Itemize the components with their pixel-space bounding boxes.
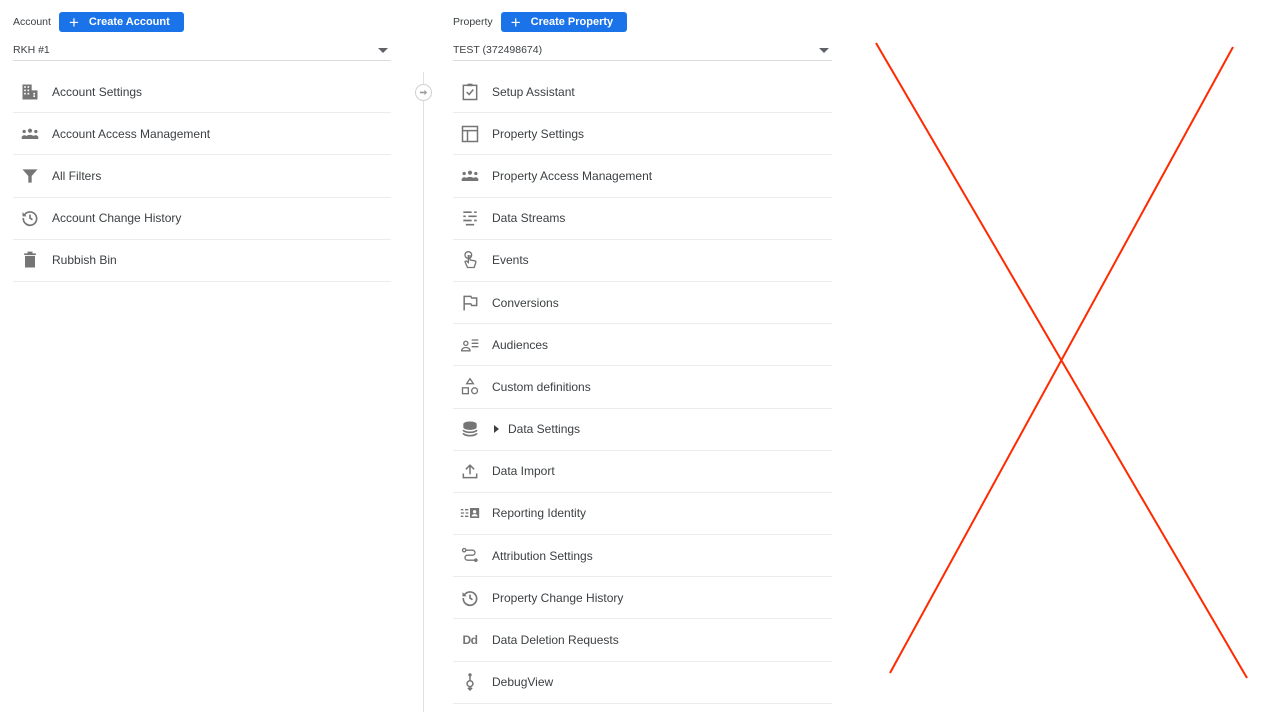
property-menu: Setup Assistant Property Settings Proper… <box>453 71 832 704</box>
data-deletion-glyph: Dd <box>462 633 479 648</box>
collapse-toggle-button[interactable] <box>415 84 432 101</box>
menu-item-data-import[interactable]: Data Import <box>453 451 832 493</box>
menu-label: Property Change History <box>492 590 624 605</box>
create-property-button[interactable]: + Create Property <box>500 12 628 32</box>
menu-item-audiences[interactable]: Audiences <box>453 324 832 367</box>
menu-item-property-settings[interactable]: Property Settings <box>453 113 832 156</box>
chevron-down-icon <box>819 47 829 53</box>
layout-icon <box>459 123 481 145</box>
plus-icon: + <box>68 12 79 32</box>
history-icon <box>19 207 41 229</box>
create-account-label: Create Account <box>88 16 170 28</box>
menu-label: Data Deletion Requests <box>492 633 619 648</box>
create-property-label: Create Property <box>530 16 614 28</box>
upload-icon <box>459 460 481 482</box>
menu-label: Data Streams <box>492 211 566 226</box>
account-menu: Account Settings Account Access Manageme… <box>13 71 391 282</box>
menu-label: Property Access Management <box>492 168 653 183</box>
menu-item-rubbish-bin[interactable]: Rubbish Bin <box>13 240 391 282</box>
menu-label: Data Import <box>492 464 555 479</box>
menu-label: Data Settings <box>508 422 581 437</box>
account-label: Account <box>13 16 51 28</box>
menu-label: Conversions <box>492 295 559 310</box>
menu-item-conversions[interactable]: Conversions <box>453 282 832 325</box>
arrow-right-icon <box>419 89 428 96</box>
trash-icon <box>19 249 41 271</box>
menu-item-account-access-management[interactable]: Account Access Management <box>13 113 391 156</box>
red-x-line <box>875 42 1248 679</box>
menu-label: Account Change History <box>52 211 182 226</box>
property-selector-value: TEST (372498674) <box>453 44 543 56</box>
touch-icon <box>459 249 481 271</box>
flag-icon <box>459 292 481 314</box>
debug-icon <box>459 671 481 693</box>
menu-label: Attribution Settings <box>492 548 593 563</box>
menu-item-debugview[interactable]: DebugView <box>453 662 832 704</box>
column-divider <box>423 72 424 712</box>
reporting-identity-icon <box>459 502 481 524</box>
menu-label: Property Settings <box>492 126 585 141</box>
data-deletion-icon: Dd <box>459 629 481 651</box>
menu-label: All Filters <box>52 168 102 183</box>
shapes-icon <box>459 376 481 398</box>
account-selector[interactable]: RKH #1 <box>13 40 391 61</box>
menu-item-setup-assistant[interactable]: Setup Assistant <box>453 71 832 114</box>
menu-label: DebugView <box>492 675 554 690</box>
property-selector[interactable]: TEST (372498674) <box>453 40 832 61</box>
menu-label: Events <box>492 253 529 268</box>
filter-icon <box>19 165 41 187</box>
menu-item-account-settings[interactable]: Account Settings <box>13 71 391 114</box>
menu-item-data-settings[interactable]: Data Settings <box>453 409 832 451</box>
menu-label: Account Settings <box>52 84 143 99</box>
clipboard-check-icon <box>459 81 481 103</box>
menu-item-data-streams[interactable]: Data Streams <box>453 198 832 240</box>
property-header: Property + Create Property <box>453 12 628 32</box>
chevron-down-icon <box>378 47 388 53</box>
menu-item-data-deletion-requests[interactable]: Dd Data Deletion Requests <box>453 619 832 662</box>
menu-item-account-change-history[interactable]: Account Change History <box>13 198 391 240</box>
menu-item-attribution-settings[interactable]: Attribution Settings <box>453 535 832 578</box>
menu-label: Setup Assistant <box>492 84 575 99</box>
expand-arrow-icon[interactable] <box>494 425 499 434</box>
building-icon <box>19 81 41 103</box>
property-label: Property <box>453 16 493 28</box>
menu-item-events[interactable]: Events <box>453 240 832 282</box>
menu-label: Rubbish Bin <box>52 253 117 268</box>
menu-item-all-filters[interactable]: All Filters <box>13 155 391 198</box>
data-streams-icon <box>459 207 481 229</box>
people-icon <box>19 123 41 145</box>
red-x-line <box>889 46 1234 674</box>
menu-item-reporting-identity[interactable]: Reporting Identity <box>453 493 832 536</box>
history-icon <box>459 587 481 609</box>
database-icon <box>459 418 481 440</box>
route-icon <box>459 545 481 567</box>
menu-label: Account Access Management <box>52 126 211 141</box>
menu-label: Audiences <box>492 337 549 352</box>
account-selector-value: RKH #1 <box>13 44 50 56</box>
plus-icon: + <box>510 12 521 32</box>
menu-item-property-access-management[interactable]: Property Access Management <box>453 155 832 198</box>
create-account-button[interactable]: + Create Account <box>58 12 184 32</box>
menu-item-property-change-history[interactable]: Property Change History <box>453 577 832 620</box>
menu-label: Reporting Identity <box>492 506 587 521</box>
menu-item-custom-definitions[interactable]: Custom definitions <box>453 366 832 409</box>
audience-list-icon <box>459 334 481 356</box>
menu-label: Custom definitions <box>492 379 591 394</box>
people-icon <box>459 165 481 187</box>
account-header: Account + Create Account <box>13 12 184 32</box>
